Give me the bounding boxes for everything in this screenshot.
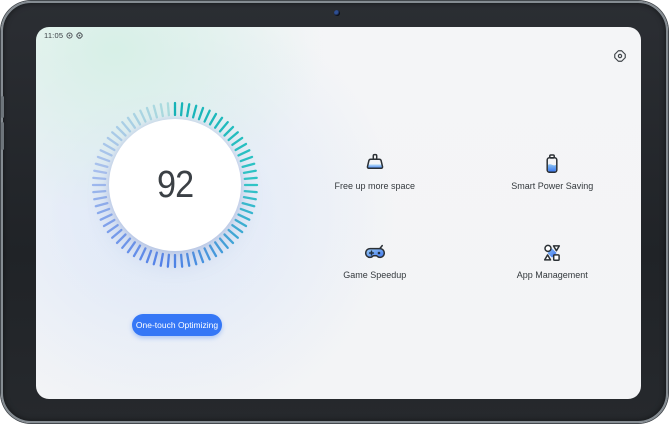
shortcut-label: Smart Power Saving bbox=[511, 181, 593, 192]
settings-gear-icon[interactable] bbox=[613, 49, 627, 63]
status-time: 11:05 bbox=[44, 31, 63, 40]
shortcut-game-speedup[interactable]: Game Speedup bbox=[286, 216, 464, 305]
volume-button bbox=[1, 96, 4, 118]
shortcut-label: Free up more space bbox=[334, 181, 415, 192]
apps-icon bbox=[540, 241, 564, 265]
shortcut-smart-power-saving[interactable]: Smart Power Saving bbox=[464, 127, 642, 216]
phone-manager-screen: 11:05 92 One-touch Optimizing bbox=[36, 27, 641, 399]
score-gauge: 92 bbox=[109, 119, 241, 251]
score-value: 92 bbox=[157, 164, 193, 207]
shortcut-free-up-space[interactable]: Free up more space bbox=[286, 127, 464, 216]
clock-icon bbox=[66, 32, 73, 39]
broom-icon bbox=[363, 152, 387, 176]
shortcut-grid: Free up more space Smart Power Saving bbox=[286, 127, 641, 305]
status-bar: 11:05 bbox=[44, 31, 83, 40]
shortcut-label: Game Speedup bbox=[343, 270, 406, 281]
shortcut-label: App Management bbox=[517, 270, 588, 281]
power-button bbox=[1, 122, 4, 150]
front-camera bbox=[334, 10, 340, 16]
gear-icon bbox=[76, 32, 83, 39]
shortcut-app-management[interactable]: App Management bbox=[464, 216, 642, 305]
battery-icon bbox=[540, 152, 564, 176]
gamepad-icon bbox=[363, 241, 387, 265]
one-touch-optimize-button[interactable]: One-touch Optimizing bbox=[132, 314, 222, 336]
